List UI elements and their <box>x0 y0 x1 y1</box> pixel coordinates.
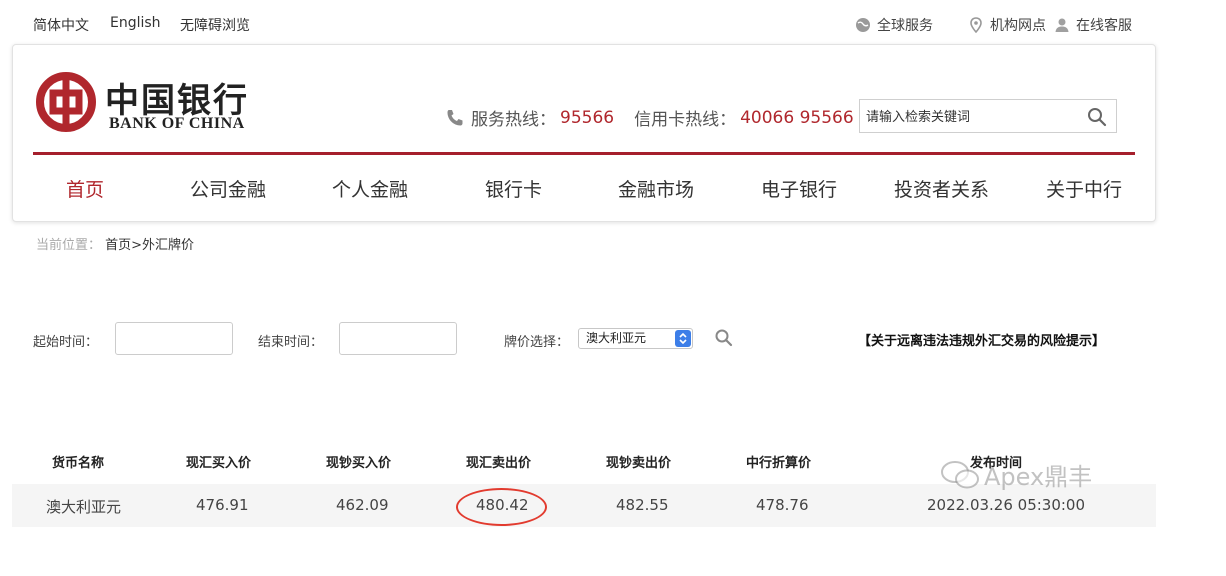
accessibility-link[interactable]: 无障碍浏览 <box>180 15 250 35</box>
watermark-text: Apex鼎丰 <box>984 463 1093 491</box>
col-boc-rate: 中行折算价 <box>746 456 812 471</box>
lang-simplified-link[interactable]: 简体中文 <box>33 15 89 35</box>
map-pin-icon <box>970 17 982 33</box>
col-cash-buy: 现钞买入价 <box>326 456 392 471</box>
cell-publish-time: 2022.03.26 05:30:00 <box>927 496 1086 514</box>
global-service-link[interactable]: 全球服务 <box>855 15 933 35</box>
main-nav: 首页 公司金融 个人金融 银行卡 金融市场 电子银行 投资者关系 关于中行 <box>33 155 1135 221</box>
cell-boc-rate: 478.76 <box>756 496 809 514</box>
currency-select-label: 牌价选择： <box>504 335 570 350</box>
nav-e-banking[interactable]: 电子银行 <box>761 175 837 202</box>
col-spot-buy: 现汇买入价 <box>186 456 252 471</box>
hotlines: 服务热线： 95566 信用卡热线： 40066 95566 <box>445 105 854 130</box>
risk-notice-link[interactable]: 【关于远离违法违规外汇交易的风险提示】 <box>858 330 1105 349</box>
breadcrumb-path[interactable]: 首页>外汇牌价 <box>105 238 194 253</box>
col-spot-sell: 现汇卖出价 <box>466 456 532 471</box>
start-time-label: 起始时间： <box>33 335 99 350</box>
nav-about-boc[interactable]: 关于中行 <box>1046 175 1122 202</box>
end-time-label: 结束时间： <box>258 335 324 350</box>
nav-bank-cards[interactable]: 银行卡 <box>485 175 542 202</box>
select-arrows-icon <box>675 330 691 347</box>
currency-selected-value: 澳大利亚元 <box>586 331 647 345</box>
online-service-label: 在线客服 <box>1076 18 1132 34</box>
start-time-input[interactable] <box>115 322 233 355</box>
col-cash-sell: 现钞卖出价 <box>606 456 672 471</box>
cell-currency-name: 澳大利亚元 <box>46 498 122 516</box>
watermark: Apex鼎丰 <box>940 457 1092 492</box>
site-search <box>859 99 1117 133</box>
currency-select[interactable]: 澳大利亚元 <box>578 328 693 349</box>
service-hotline-label: 服务热线： <box>471 110 556 130</box>
bank-logo[interactable]: 中国银行 BANK OF CHINA <box>35 71 255 133</box>
bank-of-china-emblem-icon <box>36 72 96 132</box>
query-search-icon[interactable] <box>714 328 734 348</box>
highlight-circle <box>456 488 547 526</box>
header-card: 中国银行 BANK OF CHINA 服务热线： 95566 信用卡热线： 40… <box>12 44 1156 222</box>
globe-icon <box>856 18 870 32</box>
search-icon[interactable] <box>1086 106 1108 128</box>
breadcrumb-label: 当前位置： <box>36 238 102 253</box>
nav-corporate-banking[interactable]: 公司金融 <box>190 175 266 202</box>
service-hotline-number: 95566 <box>560 107 615 128</box>
breadcrumb: 当前位置： 首页>外汇牌价 <box>36 234 194 253</box>
branches-link[interactable]: 机构网点 <box>968 15 1046 35</box>
cell-cash-sell: 482.55 <box>616 496 669 514</box>
col-currency-name: 货币名称 <box>52 456 105 471</box>
cell-cash-buy: 462.09 <box>336 496 389 514</box>
wechat-icon <box>941 460 979 488</box>
branches-label: 机构网点 <box>990 18 1046 34</box>
card-hotline-number: 40066 95566 <box>740 107 854 128</box>
customer-service-icon <box>1055 18 1069 32</box>
nav-financial-markets[interactable]: 金融市场 <box>618 175 694 202</box>
phone-icon <box>447 109 463 125</box>
top-utility-bar: 简体中文 English 无障碍浏览 全球服务 机构网点 在线客服 <box>0 0 1226 44</box>
search-input[interactable] <box>866 107 1066 127</box>
online-service-link[interactable]: 在线客服 <box>1054 15 1132 35</box>
end-time-input[interactable] <box>339 322 457 355</box>
cell-spot-buy: 476.91 <box>196 496 249 514</box>
lang-english-link[interactable]: English <box>110 15 161 31</box>
nav-investor-relations[interactable]: 投资者关系 <box>894 175 989 202</box>
global-service-label: 全球服务 <box>877 18 933 34</box>
nav-personal-banking[interactable]: 个人金融 <box>332 175 408 202</box>
nav-home[interactable]: 首页 <box>66 175 104 202</box>
logo-english-name: BANK OF CHINA <box>109 115 245 132</box>
card-hotline-label: 信用卡热线： <box>634 110 737 130</box>
